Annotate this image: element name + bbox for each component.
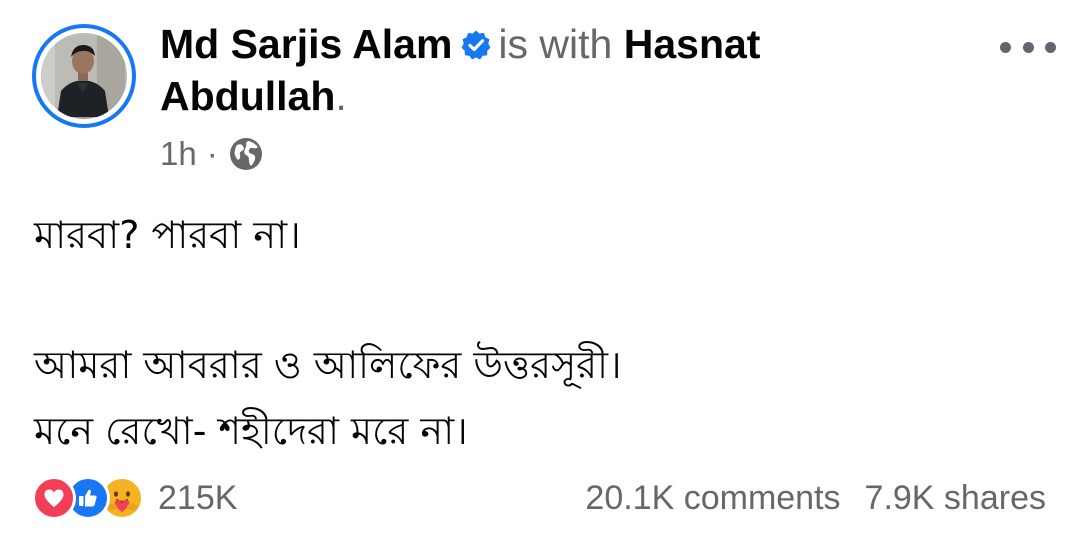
post-text-line: মারবা? পারবা না। — [34, 213, 301, 257]
more-options-icon — [1000, 41, 1011, 53]
verified-badge-icon — [460, 21, 492, 60]
post-meta: 1h · — [160, 132, 264, 176]
header-period: . — [335, 73, 347, 119]
person-silhouette-icon — [41, 33, 125, 117]
engagement-counts: 20.1K comments 7.9K shares — [585, 472, 1046, 524]
love-reaction-icon — [32, 476, 76, 520]
comments-count-link[interactable]: 20.1K comments — [585, 479, 840, 518]
post-header: Md Sarjis Alam is with Hasnat Abdullah. — [160, 18, 920, 122]
with-text: is with — [498, 21, 613, 67]
author-avatar[interactable] — [32, 24, 136, 128]
globe-icon[interactable] — [228, 136, 264, 172]
avatar-photo — [41, 33, 127, 119]
reactions-count[interactable]: 215K — [158, 479, 237, 518]
more-options-button[interactable] — [1000, 36, 1056, 58]
reactions-summary[interactable]: 215K — [32, 472, 237, 524]
author-name-link[interactable]: Md Sarjis Alam — [160, 21, 452, 67]
reaction-icons — [32, 476, 144, 520]
more-dot — [1022, 41, 1034, 53]
post-text-line: মনে রেখো- শহীদেরা মরে না। — [34, 409, 468, 453]
meta-separator: · — [206, 135, 218, 172]
more-dot — [1045, 41, 1056, 53]
post-text-line: আমরা আবরার ও আলিফের উত্তরসূরী। — [34, 343, 622, 387]
shares-count-link[interactable]: 7.9K shares — [865, 479, 1046, 518]
post-timestamp[interactable]: 1h — [160, 135, 197, 173]
